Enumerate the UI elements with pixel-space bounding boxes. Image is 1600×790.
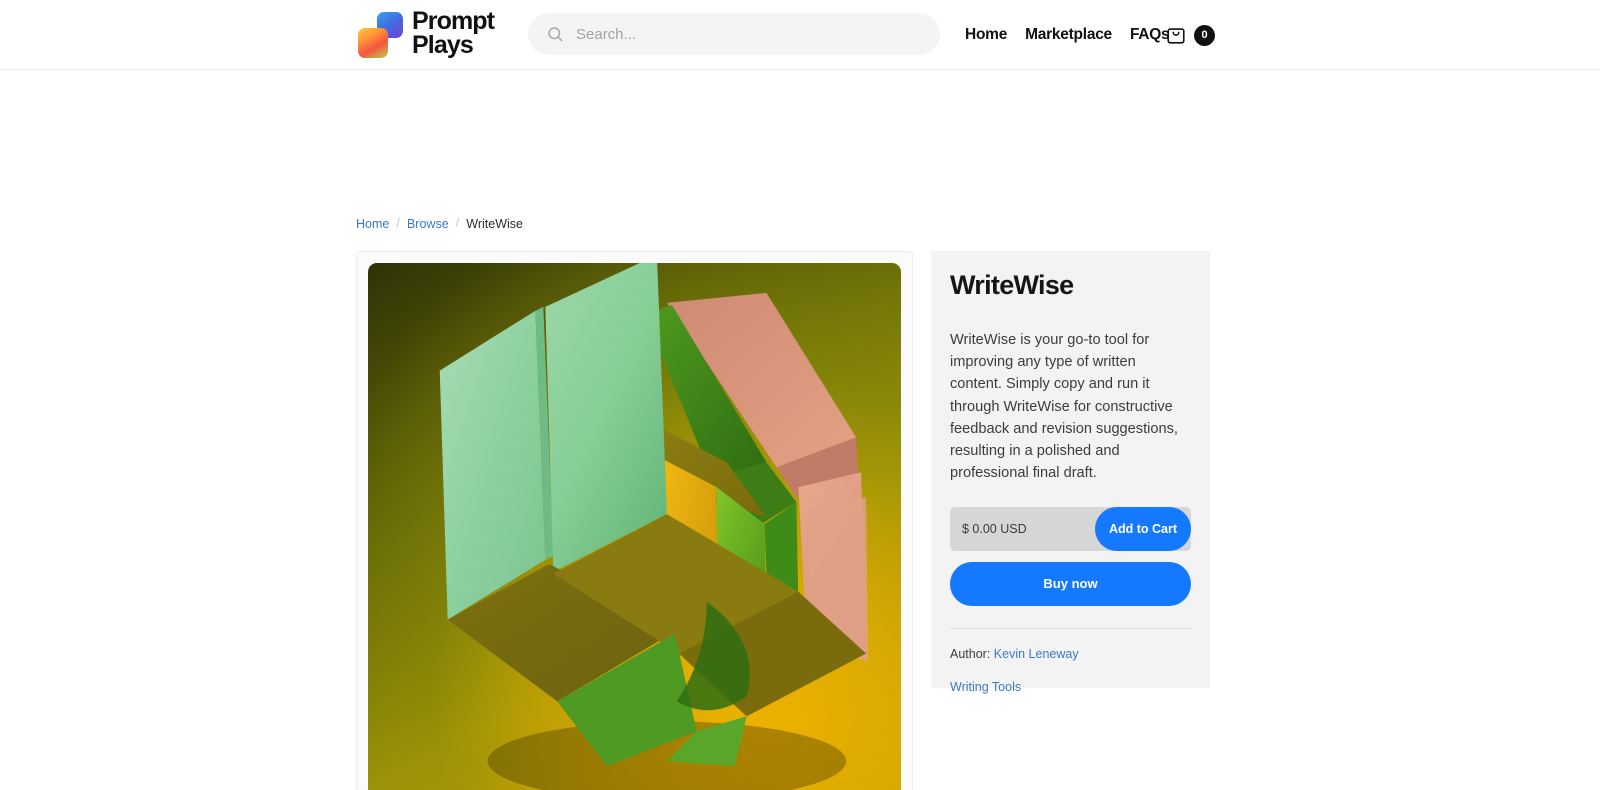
breadcrumb-item-browse[interactable]: Browse [407,217,449,231]
author-label: Author: [950,646,991,661]
nav-item-faqs[interactable]: FAQs [1130,26,1170,44]
breadcrumb: Home / Browse / WriteWise [356,215,523,231]
abstract-cube-graphic [368,263,901,790]
product-info-panel: WriteWise WriteWise is your go-to tool f… [931,251,1210,694]
nav-item-home[interactable]: Home [965,26,1007,44]
breadcrumb-item-home[interactable]: Home [356,217,389,231]
logo[interactable]: Prompt Plays [356,7,495,59]
page-title: WriteWise [950,270,1074,300]
logo-text: Prompt Plays [412,7,495,59]
nav-item-marketplace[interactable]: Marketplace [1025,26,1112,44]
search-icon [548,27,563,42]
category-link[interactable]: Writing Tools [950,680,1021,694]
search-bar[interactable] [528,13,940,55]
search-input[interactable] [576,25,922,43]
main-nav: Home Marketplace FAQs [965,0,1170,70]
breadcrumb-separator: / [455,215,460,230]
shopping-bag-icon [1167,28,1185,44]
logo-text-line1: Prompt [412,7,495,35]
logo-text-line2: Plays [412,31,474,59]
cart-count-badge: 0 [1194,24,1215,46]
cart-button[interactable]: 0 [1165,0,1215,70]
rounded-square-orange-icon [358,28,388,58]
price-row: $ 0.00 USD Add to Cart [950,506,1191,551]
product-image-card[interactable] [356,251,913,790]
site-header: Prompt Plays Home Marketplace FAQs 0 [0,0,1600,70]
product-description: WriteWise is your go-to tool for improvi… [950,331,1178,482]
breadcrumb-item-current: WriteWise [466,216,523,231]
breadcrumb-separator: / [396,215,400,230]
author-link[interactable]: Kevin Leneway [994,647,1079,661]
add-to-cart-button[interactable]: Add to Cart [1095,506,1191,551]
buy-now-button[interactable]: Buy now [950,561,1191,606]
author-row: Author: Kevin Leneway [950,647,1191,661]
divider [950,627,1191,629]
product-image [368,263,901,790]
logo-mark [356,9,404,58]
